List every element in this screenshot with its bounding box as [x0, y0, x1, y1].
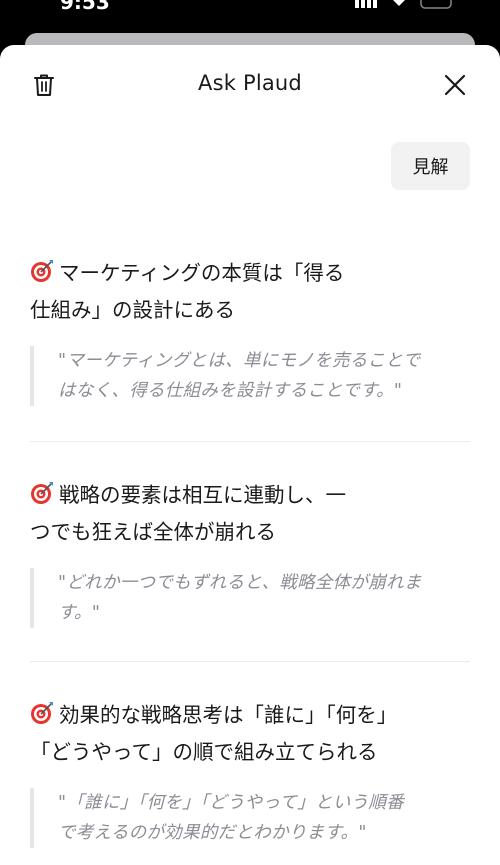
- divider: [30, 661, 470, 662]
- signal-icon: [355, 0, 359, 8]
- insight-view-button[interactable]: 見解: [391, 142, 470, 190]
- insight-heading-line2: 「どうやって」の順で組み立てられる: [30, 740, 378, 764]
- ask-plaud-sheet: Ask Plaud 見解 マーケティングの本質は「得る 仕組み」の設計にある "…: [0, 45, 500, 865]
- sheet-header: Ask Plaud: [0, 45, 500, 125]
- insight-quote-line1: "「誰に」「何を」「どうやって」という順番: [58, 793, 404, 813]
- target-icon: [31, 482, 53, 504]
- close-icon: [444, 74, 466, 96]
- insight-quote-line1: "マーケティングとは、単にモノを売ることで: [58, 351, 421, 371]
- target-icon: [31, 702, 53, 724]
- insight-heading-line1: マーケティングの本質は「得る: [59, 261, 345, 285]
- insight-card: 戦略の要素は相互に連動し、一 つでも狂えば全体が崩れる "どれか一つでもずれると…: [30, 477, 470, 628]
- insight-card: 効果的な戦略思考は「誰に」「何を」 「どうやって」の順で組み立てられる "「誰に…: [30, 697, 470, 848]
- insight-quote-line2: はなく、得る仕組みを設計することです。": [58, 381, 403, 401]
- insight-heading-line1: 戦略の要素は相互に連動し、一: [59, 483, 346, 507]
- wifi-icon: [393, 0, 405, 6]
- status-icons: [355, 0, 452, 9]
- close-button[interactable]: [437, 67, 473, 103]
- insight-quote: "「誰に」「何を」「どうやって」という順番 で考えるのが効果的だとわかります。": [30, 788, 470, 848]
- insight-quote-line1: "どれか一つでもずれると、戦略全体が崩れま: [58, 573, 422, 593]
- insight-heading: 効果的な戦略思考は「誰に」「何を」 「どうやって」の順で組み立てられる: [30, 697, 470, 771]
- page-title: Ask Plaud: [198, 71, 302, 95]
- insight-quote-line2: す。": [58, 603, 101, 623]
- target-icon: [31, 260, 53, 282]
- insight-quote-line2: で考えるのが効果的だとわかります。": [58, 823, 367, 843]
- status-bar: 9:53: [0, 0, 500, 14]
- status-time: 9:53: [60, 0, 110, 14]
- divider: [30, 441, 470, 442]
- insight-quote: "マーケティングとは、単にモノを売ることで はなく、得る仕組みを設計することです…: [30, 346, 470, 406]
- insight-heading-line2: 仕組み」の設計にある: [30, 298, 235, 322]
- insight-card: マーケティングの本質は「得る 仕組み」の設計にある "マーケティングとは、単にモ…: [30, 255, 470, 406]
- insight-heading: 戦略の要素は相互に連動し、一 つでも狂えば全体が崩れる: [30, 477, 470, 551]
- battery-icon: [420, 0, 452, 9]
- insight-heading: マーケティングの本質は「得る 仕組み」の設計にある: [30, 255, 470, 329]
- insight-quote: "どれか一つでもずれると、戦略全体が崩れま す。": [30, 568, 470, 628]
- insight-heading-line1: 効果的な戦略思考は「誰に」「何を」: [59, 703, 398, 727]
- insight-heading-line2: つでも狂えば全体が崩れる: [30, 520, 276, 544]
